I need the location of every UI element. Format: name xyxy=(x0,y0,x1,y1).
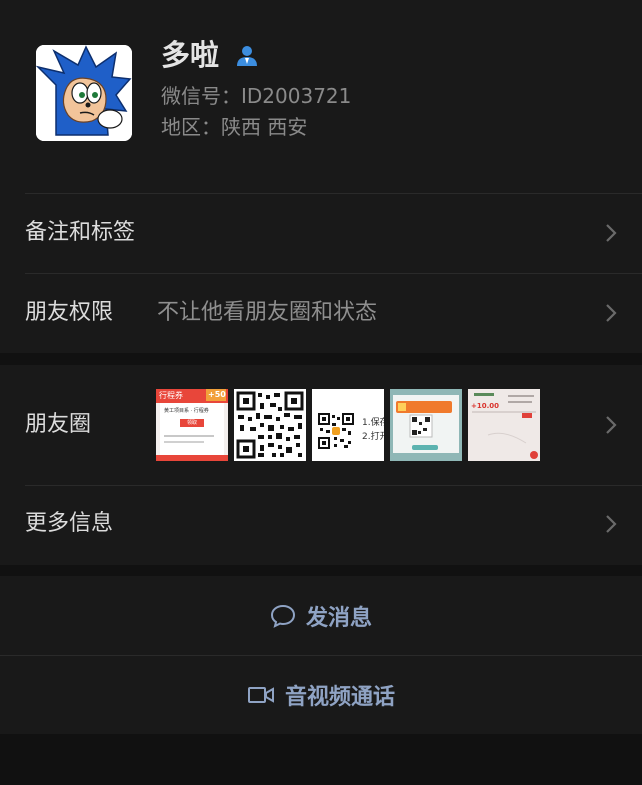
promo-screenshot-image xyxy=(390,389,462,461)
thumb-amount-text: +10.00 xyxy=(471,402,500,410)
moments-thumbnail-2[interactable] xyxy=(234,389,306,461)
thumb-coupon-badge: +50 xyxy=(208,390,226,399)
thumb-step-1-text: 1.保存 xyxy=(362,418,384,428)
region: 地区：陕西 西安 xyxy=(161,115,308,139)
moments-thumbnail-1[interactable]: 行程券 +50 黄工项目系 · 行程券 领取 xyxy=(156,389,228,461)
divider xyxy=(25,485,642,486)
send-message-button[interactable]: 发消息 xyxy=(0,576,642,655)
thumb-step-2-text: 2.打开 xyxy=(362,432,384,442)
divider xyxy=(25,273,642,274)
video-call-button[interactable]: 音视频通话 xyxy=(0,655,642,734)
thumb-coupon-button: 领取 xyxy=(186,420,197,426)
friend-permissions-label: 朋友权限 xyxy=(25,300,114,325)
chevron-right-icon xyxy=(606,416,617,434)
bank-receipt-image xyxy=(468,389,540,461)
contact-person-icon xyxy=(237,46,257,66)
moments-label: 朋友圈 xyxy=(25,412,92,437)
contact-name: 多啦 xyxy=(161,38,220,72)
send-message-label: 发消息 xyxy=(305,605,372,631)
chat-bubble-icon xyxy=(270,604,295,628)
profile-header: 多啦 微信号：ID2003721 地区：陕西 西安 xyxy=(0,0,642,193)
hedgehog-avatar-icon xyxy=(36,45,132,141)
friend-permissions-value: 不让他看朋友圈和状态 xyxy=(157,300,378,325)
contact-profile-page: 多啦 微信号：ID2003721 地区：陕西 西安 备注和标签 朋友权限 不让他… xyxy=(0,0,642,785)
friend-permissions-row[interactable]: 朋友权限 不让他看朋友圈和状态 xyxy=(0,273,642,353)
moments-thumbnail-3[interactable]: 1.保存 2.打开 xyxy=(312,389,384,461)
send-message-row: 发消息 xyxy=(0,576,642,655)
video-call-label: 音视频通话 xyxy=(284,684,395,710)
remark-tags-row[interactable]: 备注和标签 xyxy=(0,193,642,273)
wechat-id: 微信号：ID2003721 xyxy=(161,84,352,108)
remark-tags-label: 备注和标签 xyxy=(25,220,136,245)
chevron-right-icon xyxy=(606,304,617,322)
chevron-right-icon xyxy=(606,515,617,533)
avatar[interactable] xyxy=(36,45,132,141)
moments-thumbnail-4[interactable] xyxy=(390,389,462,461)
more-info-row[interactable]: 更多信息 xyxy=(0,485,642,565)
more-info-label: 更多信息 xyxy=(25,511,114,536)
thumb-coupon-text: 黄工项目系 · 行程券 xyxy=(164,408,209,414)
thumb-coupon-title: 行程券 xyxy=(159,391,183,400)
divider xyxy=(25,193,642,194)
chevron-right-icon xyxy=(606,224,617,242)
moments-thumbnail-5[interactable]: +10.00 xyxy=(468,389,540,461)
video-call-row: 音视频通话 xyxy=(0,655,642,734)
qr-code-image xyxy=(234,389,306,461)
video-camera-icon xyxy=(247,686,274,703)
